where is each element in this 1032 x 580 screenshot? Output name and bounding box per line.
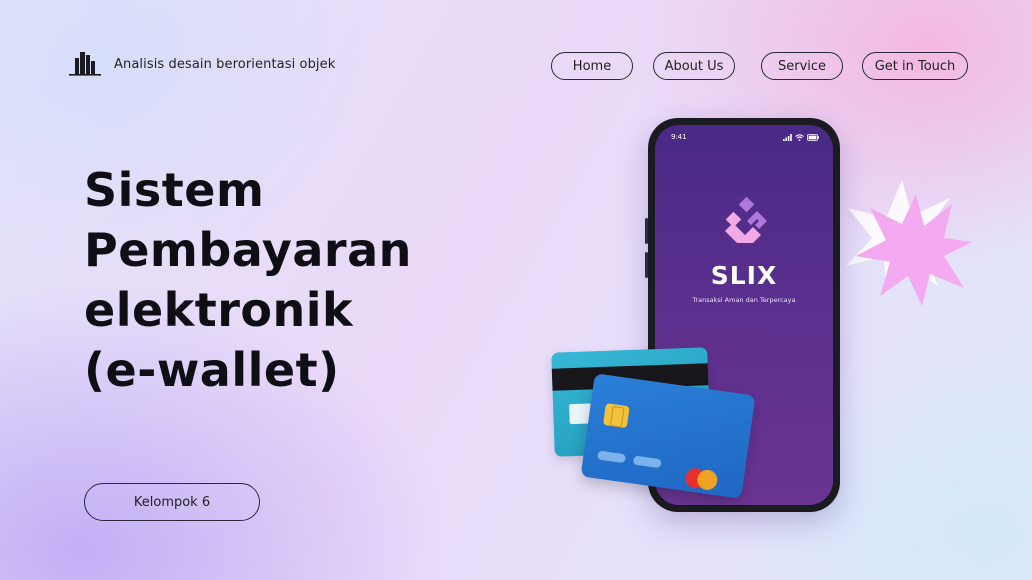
card-number-placeholder: [597, 450, 627, 464]
nav-about-us-button[interactable]: About Us: [653, 52, 735, 80]
status-time: 9:41: [671, 133, 687, 141]
title-line: Pembayaran: [84, 223, 412, 277]
nav-service-button[interactable]: Service: [761, 52, 843, 80]
brand[interactable]: Analisis desain berorientasi objek: [68, 50, 335, 78]
app-name: SLIX: [710, 261, 778, 290]
status-bar: 9:41: [671, 131, 819, 143]
city-skyline-icon: [69, 52, 101, 76]
app-tagline: Transaksi Aman dan Terpercaya: [692, 296, 796, 304]
brand-text: Analisis desain berorientasi objek: [114, 56, 336, 72]
phone-side-button: [645, 218, 648, 244]
credit-card-front: [580, 373, 756, 499]
status-icons: [783, 133, 819, 141]
phone-side-button: [645, 252, 648, 278]
card-chip-icon: [602, 403, 630, 429]
nav-get-in-touch-button[interactable]: Get in Touch: [862, 52, 968, 80]
title-line: (e-wallet): [84, 343, 340, 397]
title-line: Sistem: [84, 163, 265, 217]
nav-home-button[interactable]: Home: [551, 52, 633, 80]
signal-icon: [783, 133, 792, 141]
star-decoration: [856, 194, 972, 306]
group-button[interactable]: Kelompok 6: [84, 483, 260, 521]
mastercard-logo-icon: [695, 468, 719, 492]
wifi-icon: [795, 133, 804, 141]
title-line: elektronik: [84, 283, 354, 337]
page-title: Sistem Pembayaran elektronik (e-wallet): [84, 160, 412, 400]
battery-icon: [807, 133, 819, 141]
card-number-placeholder: [632, 455, 662, 469]
slix-logo-icon: [725, 196, 767, 243]
